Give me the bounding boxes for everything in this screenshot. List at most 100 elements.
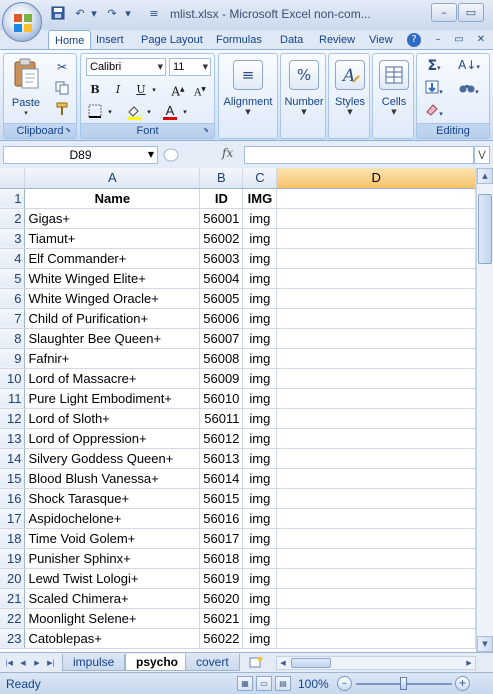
cell[interactable]: Shock Tarasque+ — [24, 488, 201, 509]
cells-button[interactable]: Cells ▼ — [368, 58, 420, 124]
cell[interactable]: img — [242, 628, 278, 649]
column-header-a[interactable]: A — [24, 168, 201, 189]
cell[interactable]: Silvery Goddess Queen+ — [24, 448, 201, 469]
cell[interactable] — [276, 208, 476, 229]
font-color-button[interactable]: A — [161, 103, 179, 121]
row-header[interactable]: 10 — [0, 368, 26, 389]
cell[interactable]: 56009 — [199, 368, 244, 389]
cell[interactable]: img — [242, 248, 278, 269]
row-header[interactable]: 23 — [0, 628, 26, 649]
select-all-corner[interactable] — [0, 168, 26, 189]
paste-button[interactable]: Paste ▾ — [10, 58, 42, 118]
cell[interactable]: img — [242, 428, 278, 449]
cell[interactable]: img — [242, 228, 278, 249]
clipboard-launcher-icon[interactable]: ⬊ — [65, 126, 74, 135]
row-header[interactable]: 21 — [0, 588, 26, 609]
cell[interactable]: img — [242, 368, 278, 389]
cell[interactable] — [276, 488, 476, 509]
row-header[interactable]: 7 — [0, 308, 26, 329]
column-header-c[interactable]: C — [242, 168, 278, 189]
row-header[interactable]: 15 — [0, 468, 26, 489]
borders-dropdown-icon[interactable]: ▾ — [105, 103, 115, 121]
font-color-dropdown-icon[interactable]: ▾ — [180, 103, 190, 121]
cell[interactable]: img — [242, 328, 278, 349]
cell[interactable]: img — [242, 528, 278, 549]
sheet-tab-psycho[interactable]: psycho — [125, 654, 190, 671]
cell[interactable] — [276, 288, 476, 309]
cell[interactable] — [276, 568, 476, 589]
workbook-close-icon[interactable]: ✕ — [474, 33, 488, 47]
sort-filter-button[interactable]: A↓▾ — [455, 58, 483, 76]
cell[interactable]: 56014 — [199, 468, 244, 489]
zoom-level[interactable]: 100% — [298, 677, 329, 691]
cell[interactable]: img — [242, 568, 278, 589]
next-sheet-icon[interactable]: ▶ — [31, 656, 43, 670]
cut-icon[interactable]: ✂ — [54, 60, 70, 76]
tab-view[interactable]: View — [363, 30, 399, 50]
cell[interactable]: White Winged Elite+ — [24, 268, 201, 289]
row-header[interactable]: 8 — [0, 328, 26, 349]
customize-toolbar-icon[interactable]: ≡ — [146, 6, 162, 22]
row-header[interactable]: 16 — [0, 488, 26, 509]
cell[interactable]: Fafnir+ — [24, 348, 201, 369]
scroll-down-icon[interactable]: ▼ — [477, 636, 493, 652]
help-icon[interactable]: ? — [407, 33, 421, 47]
cell[interactable] — [276, 448, 476, 469]
redo-dropdown-icon[interactable]: ▾ — [120, 6, 136, 22]
cell[interactable]: 56005 — [199, 288, 244, 309]
fill-button[interactable]: ▾ — [423, 80, 445, 98]
cell[interactable] — [276, 528, 476, 549]
cell[interactable] — [276, 268, 476, 289]
row-header[interactable]: 20 — [0, 568, 26, 589]
cell[interactable]: Tiamut+ — [24, 228, 201, 249]
cell[interactable]: ID — [199, 188, 244, 209]
cell[interactable]: Lord of Massacre+ — [24, 368, 201, 389]
copy-icon[interactable] — [54, 81, 70, 97]
cell[interactable] — [276, 548, 476, 569]
cell[interactable]: 56017 — [199, 528, 244, 549]
cell[interactable]: Aspidochelone+ — [24, 508, 201, 529]
row-header[interactable]: 19 — [0, 548, 26, 569]
font-name-combo[interactable]: Calibri ▼ — [86, 58, 166, 76]
cell[interactable]: 56012 — [199, 428, 244, 449]
redo-icon[interactable]: ↷ — [104, 6, 120, 22]
cell[interactable]: Blood Blush Vanessa+ — [24, 468, 201, 489]
cell[interactable]: 56013 — [199, 448, 244, 469]
name-box[interactable]: D89 ▼ — [3, 146, 158, 164]
cell[interactable]: 56018 — [199, 548, 244, 569]
cell[interactable] — [276, 348, 476, 369]
autosum-button[interactable]: Σ▾ — [423, 58, 445, 76]
cell[interactable]: img — [242, 508, 278, 529]
cell[interactable]: 56011 — [199, 408, 244, 429]
cell[interactable]: 56015 — [199, 488, 244, 509]
underline-button[interactable]: U — [132, 81, 150, 99]
row-header[interactable]: 11 — [0, 388, 26, 409]
column-header-d[interactable]: D — [276, 168, 476, 189]
formula-divider-icon[interactable] — [162, 147, 180, 163]
cell[interactable]: Elf Commander+ — [24, 248, 201, 269]
cell[interactable]: img — [242, 548, 278, 569]
horizontal-scroll-thumb[interactable] — [291, 658, 331, 668]
cell[interactable]: 56002 — [199, 228, 244, 249]
cell[interactable]: Slaughter Bee Queen+ — [24, 328, 201, 349]
cell[interactable]: Moonlight Selene+ — [24, 608, 201, 629]
row-header[interactable]: 1 — [0, 188, 26, 209]
cell[interactable]: 56001 — [199, 208, 244, 229]
zoom-in-icon[interactable]: + — [455, 676, 470, 691]
column-header-b[interactable]: B — [199, 168, 244, 189]
cell[interactable]: img — [242, 208, 278, 229]
cell[interactable] — [276, 308, 476, 329]
cell[interactable]: Lord of Oppression+ — [24, 428, 201, 449]
fill-color-dropdown-icon[interactable]: ▾ — [144, 103, 154, 121]
row-header[interactable]: 6 — [0, 288, 26, 309]
cell[interactable]: img — [242, 348, 278, 369]
tab-page-layout[interactable]: Page Layout — [135, 30, 209, 50]
cell[interactable]: img — [242, 488, 278, 509]
cell[interactable]: 56016 — [199, 508, 244, 529]
maximize-button[interactable]: ▭ — [458, 3, 484, 22]
cell[interactable]: 56007 — [199, 328, 244, 349]
ribbon-restore-icon[interactable]: ▭ — [452, 33, 466, 47]
scroll-right-icon[interactable]: ▶ — [463, 657, 475, 669]
vertical-scroll-thumb[interactable] — [478, 194, 492, 264]
cell[interactable]: Scaled Chimera+ — [24, 588, 201, 609]
